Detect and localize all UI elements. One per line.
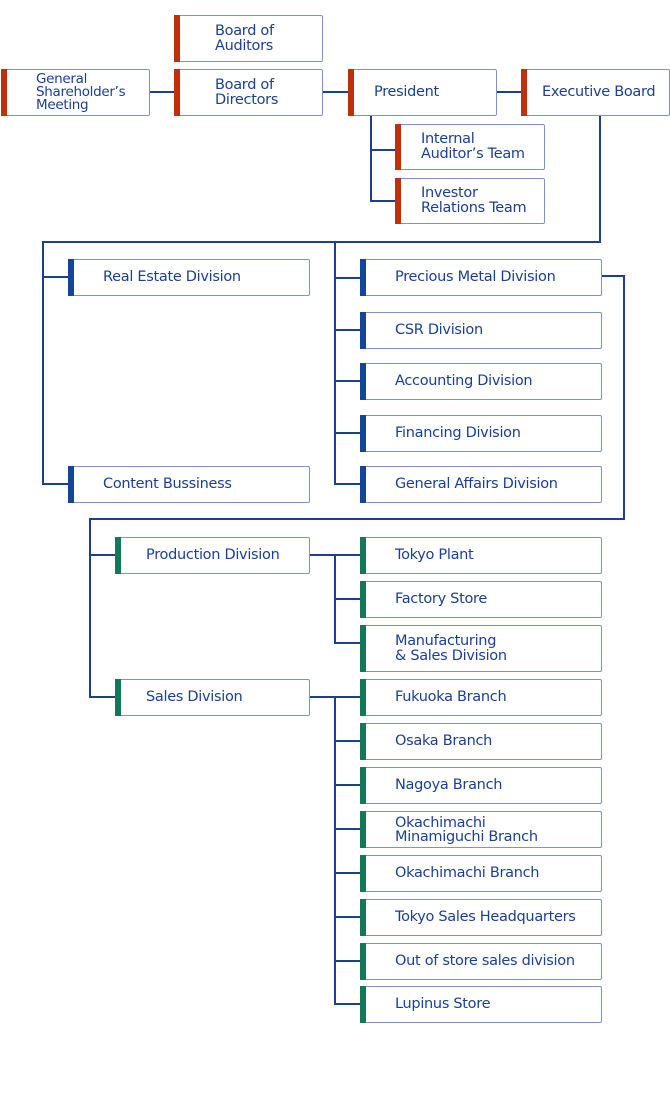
node-accounting-division: Accounting Division (360, 363, 602, 400)
node-real-estate-division: Real Estate Division (68, 259, 310, 296)
node-label: Precious Metal Division (395, 269, 556, 285)
node-label: Manufacturing & Sales Division (395, 632, 507, 664)
node-label: Tokyo Sales Headquarters (395, 909, 576, 925)
node-label: Okachimachi Minamiguchi Branch (395, 814, 538, 845)
node-label: Executive Board (542, 84, 656, 100)
node-sales-division: Sales Division (115, 679, 310, 716)
node-label: General Shareholder’s Meeting (36, 71, 126, 113)
node-president: President (348, 69, 497, 116)
node-tokyo-plant: Tokyo Plant (360, 537, 602, 574)
node-out-of-store-sales-division: Out of store sales division (360, 943, 602, 980)
node-label: Financing Division (395, 425, 521, 441)
node-precious-metal-division: Precious Metal Division (360, 259, 602, 296)
node-label: Fukuoka Branch (395, 689, 507, 705)
node-label: Sales Division (146, 689, 243, 705)
node-label: Out of store sales division (395, 953, 575, 969)
node-production-division: Production Division (115, 537, 310, 574)
node-nagoya-branch: Nagoya Branch (360, 767, 602, 804)
node-label: Tokyo Plant (395, 547, 474, 563)
node-content-business: Content Bussiness (68, 466, 310, 503)
node-general-affairs-division: General Affairs Division (360, 466, 602, 503)
node-label: Board of Auditors (215, 22, 274, 54)
node-label: Lupinus Store (395, 996, 491, 1012)
node-board-of-auditors: Board of Auditors (174, 15, 323, 62)
node-okachimachi-minamiguchi-branch: Okachimachi Minamiguchi Branch (360, 811, 602, 848)
node-label: Factory Store (395, 591, 487, 607)
node-label: Investor Relations Team (421, 185, 527, 216)
node-fukuoka-branch: Fukuoka Branch (360, 679, 602, 716)
node-label: Okachimachi Branch (395, 865, 540, 881)
node-financing-division: Financing Division (360, 415, 602, 452)
node-label: Board of Directors (215, 76, 279, 108)
node-osaka-branch: Osaka Branch (360, 723, 602, 760)
connector-president-teams (370, 116, 396, 202)
node-label: Osaka Branch (395, 733, 493, 749)
node-lupinus-store: Lupinus Store (360, 986, 602, 1023)
node-factory-store: Factory Store (360, 581, 602, 618)
node-okachimachi-branch: Okachimachi Branch (360, 855, 602, 892)
node-investor-relations-team: Investor Relations Team (395, 178, 545, 224)
node-label: Content Bussiness (103, 476, 232, 492)
node-manufacturing-sales-division: Manufacturing & Sales Division (360, 625, 602, 672)
node-label: Nagoya Branch (395, 777, 503, 793)
node-label: Internal Auditor’s Team (421, 131, 525, 162)
node-board-of-directors: Board of Directors (174, 69, 323, 116)
node-tokyo-sales-headquarters: Tokyo Sales Headquarters (360, 899, 602, 936)
node-csr-division: CSR Division (360, 312, 602, 349)
node-label: Real Estate Division (103, 269, 241, 285)
node-executive-board: Executive Board (521, 69, 670, 116)
node-label: Accounting Division (395, 373, 533, 389)
node-internal-auditors-team: Internal Auditor’s Team (395, 124, 545, 170)
node-label: CSR Division (395, 322, 483, 338)
node-label: General Affairs Division (395, 476, 558, 492)
node-label: Production Division (146, 547, 280, 563)
node-label: President (374, 84, 439, 100)
node-general-shareholders-meeting: General Shareholder’s Meeting (1, 69, 150, 116)
